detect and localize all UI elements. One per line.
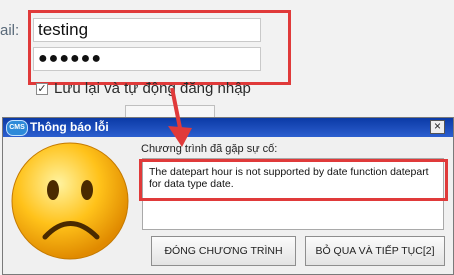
arrow-icon xyxy=(168,87,192,147)
